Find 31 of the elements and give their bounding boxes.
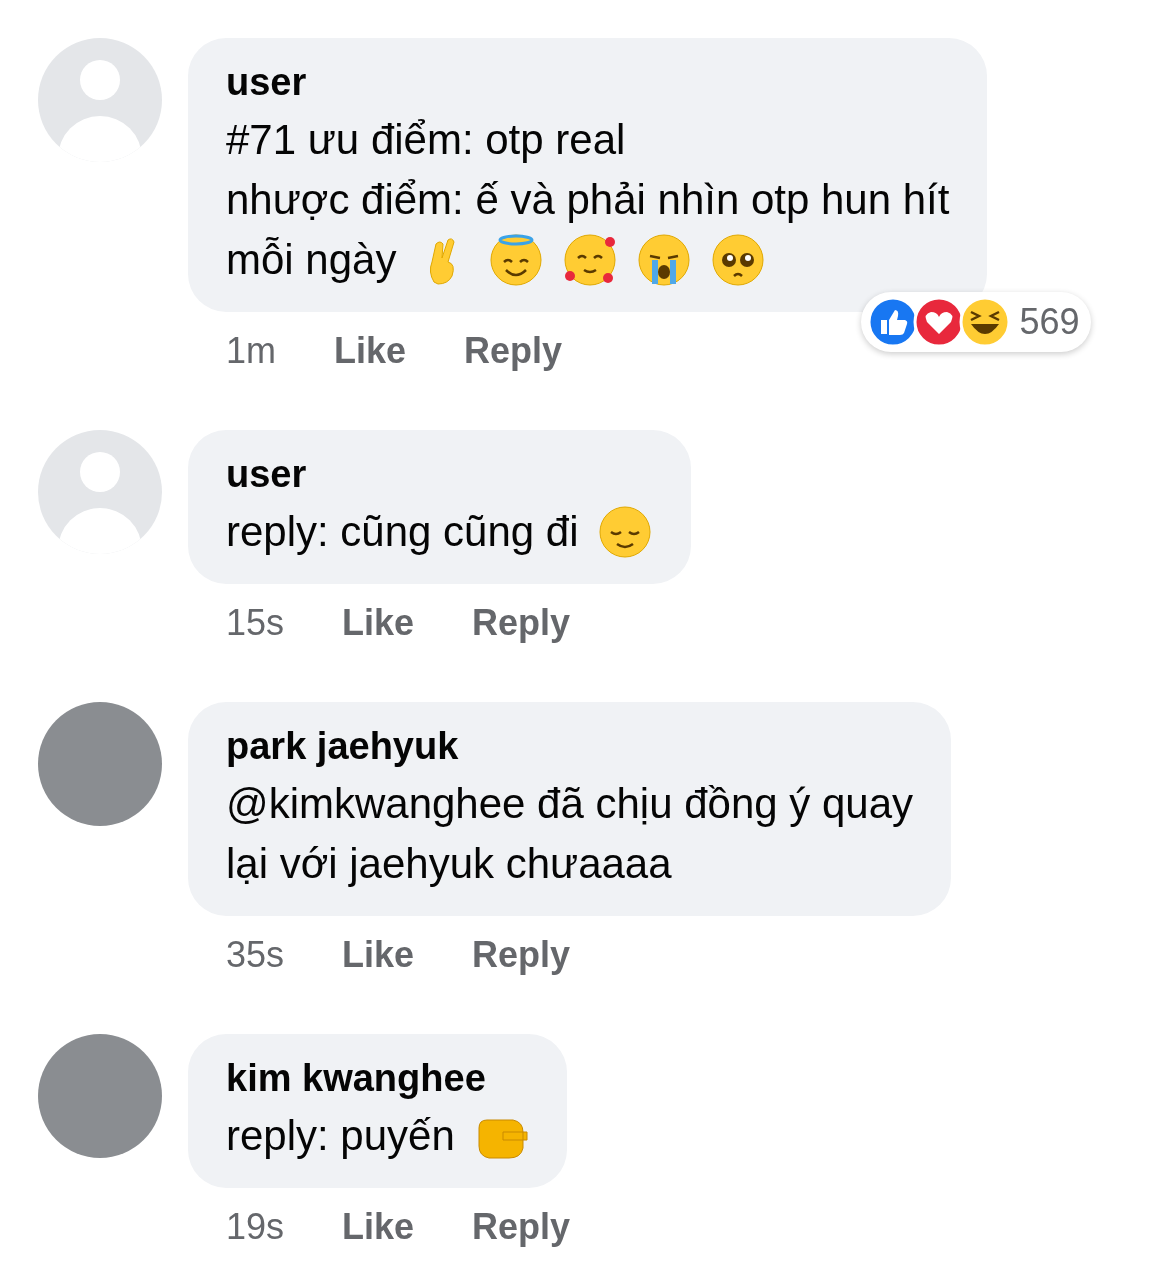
like-link[interactable]: Like	[334, 330, 407, 372]
comment-author[interactable]: kim kwanghee	[226, 1054, 529, 1102]
comment-time: 15s	[226, 602, 285, 644]
reaction-count: 569	[1019, 301, 1080, 343]
like-link[interactable]: Like	[342, 602, 415, 644]
comment-author[interactable]: user	[226, 450, 653, 498]
like-link[interactable]: Like	[342, 1206, 415, 1248]
like-link[interactable]: Like	[342, 934, 415, 976]
reply-link[interactable]: Reply	[472, 602, 571, 644]
comment-text: reply: puyến	[226, 1111, 455, 1161]
comment-time: 1m	[226, 330, 276, 372]
comment-text: #71 ưu điểm: otp real	[226, 115, 626, 165]
comment-author[interactable]: user	[226, 58, 950, 106]
comment-time: 35s	[226, 934, 285, 976]
face-with-hearts-icon	[562, 232, 619, 288]
comment-text: reply: cũng cũng đi	[226, 507, 579, 557]
comment-text: @kimkwanghee đã chịu đồng ý quay	[226, 779, 914, 829]
comment-text: mỗi ngày	[226, 235, 397, 285]
reply-link[interactable]: Reply	[464, 330, 563, 372]
relieved-face-icon	[596, 504, 653, 560]
laughing-face-icon	[959, 296, 1011, 348]
comment-author[interactable]: park jaehyuk	[226, 722, 914, 770]
halo-face-icon	[488, 232, 545, 288]
comment-text: nhược điểm: ế và phải nhìn otp hun hít	[226, 175, 950, 225]
pleading-face-icon	[710, 232, 767, 288]
crying-face-icon	[636, 232, 693, 288]
comment-time: 19s	[226, 1206, 285, 1248]
reply-link[interactable]: Reply	[472, 1206, 571, 1248]
comment-text: lại với jaehyuk chưaaaa	[226, 839, 672, 889]
reply-link[interactable]: Reply	[472, 934, 571, 976]
reactions-badge[interactable]: 569	[861, 292, 1092, 352]
